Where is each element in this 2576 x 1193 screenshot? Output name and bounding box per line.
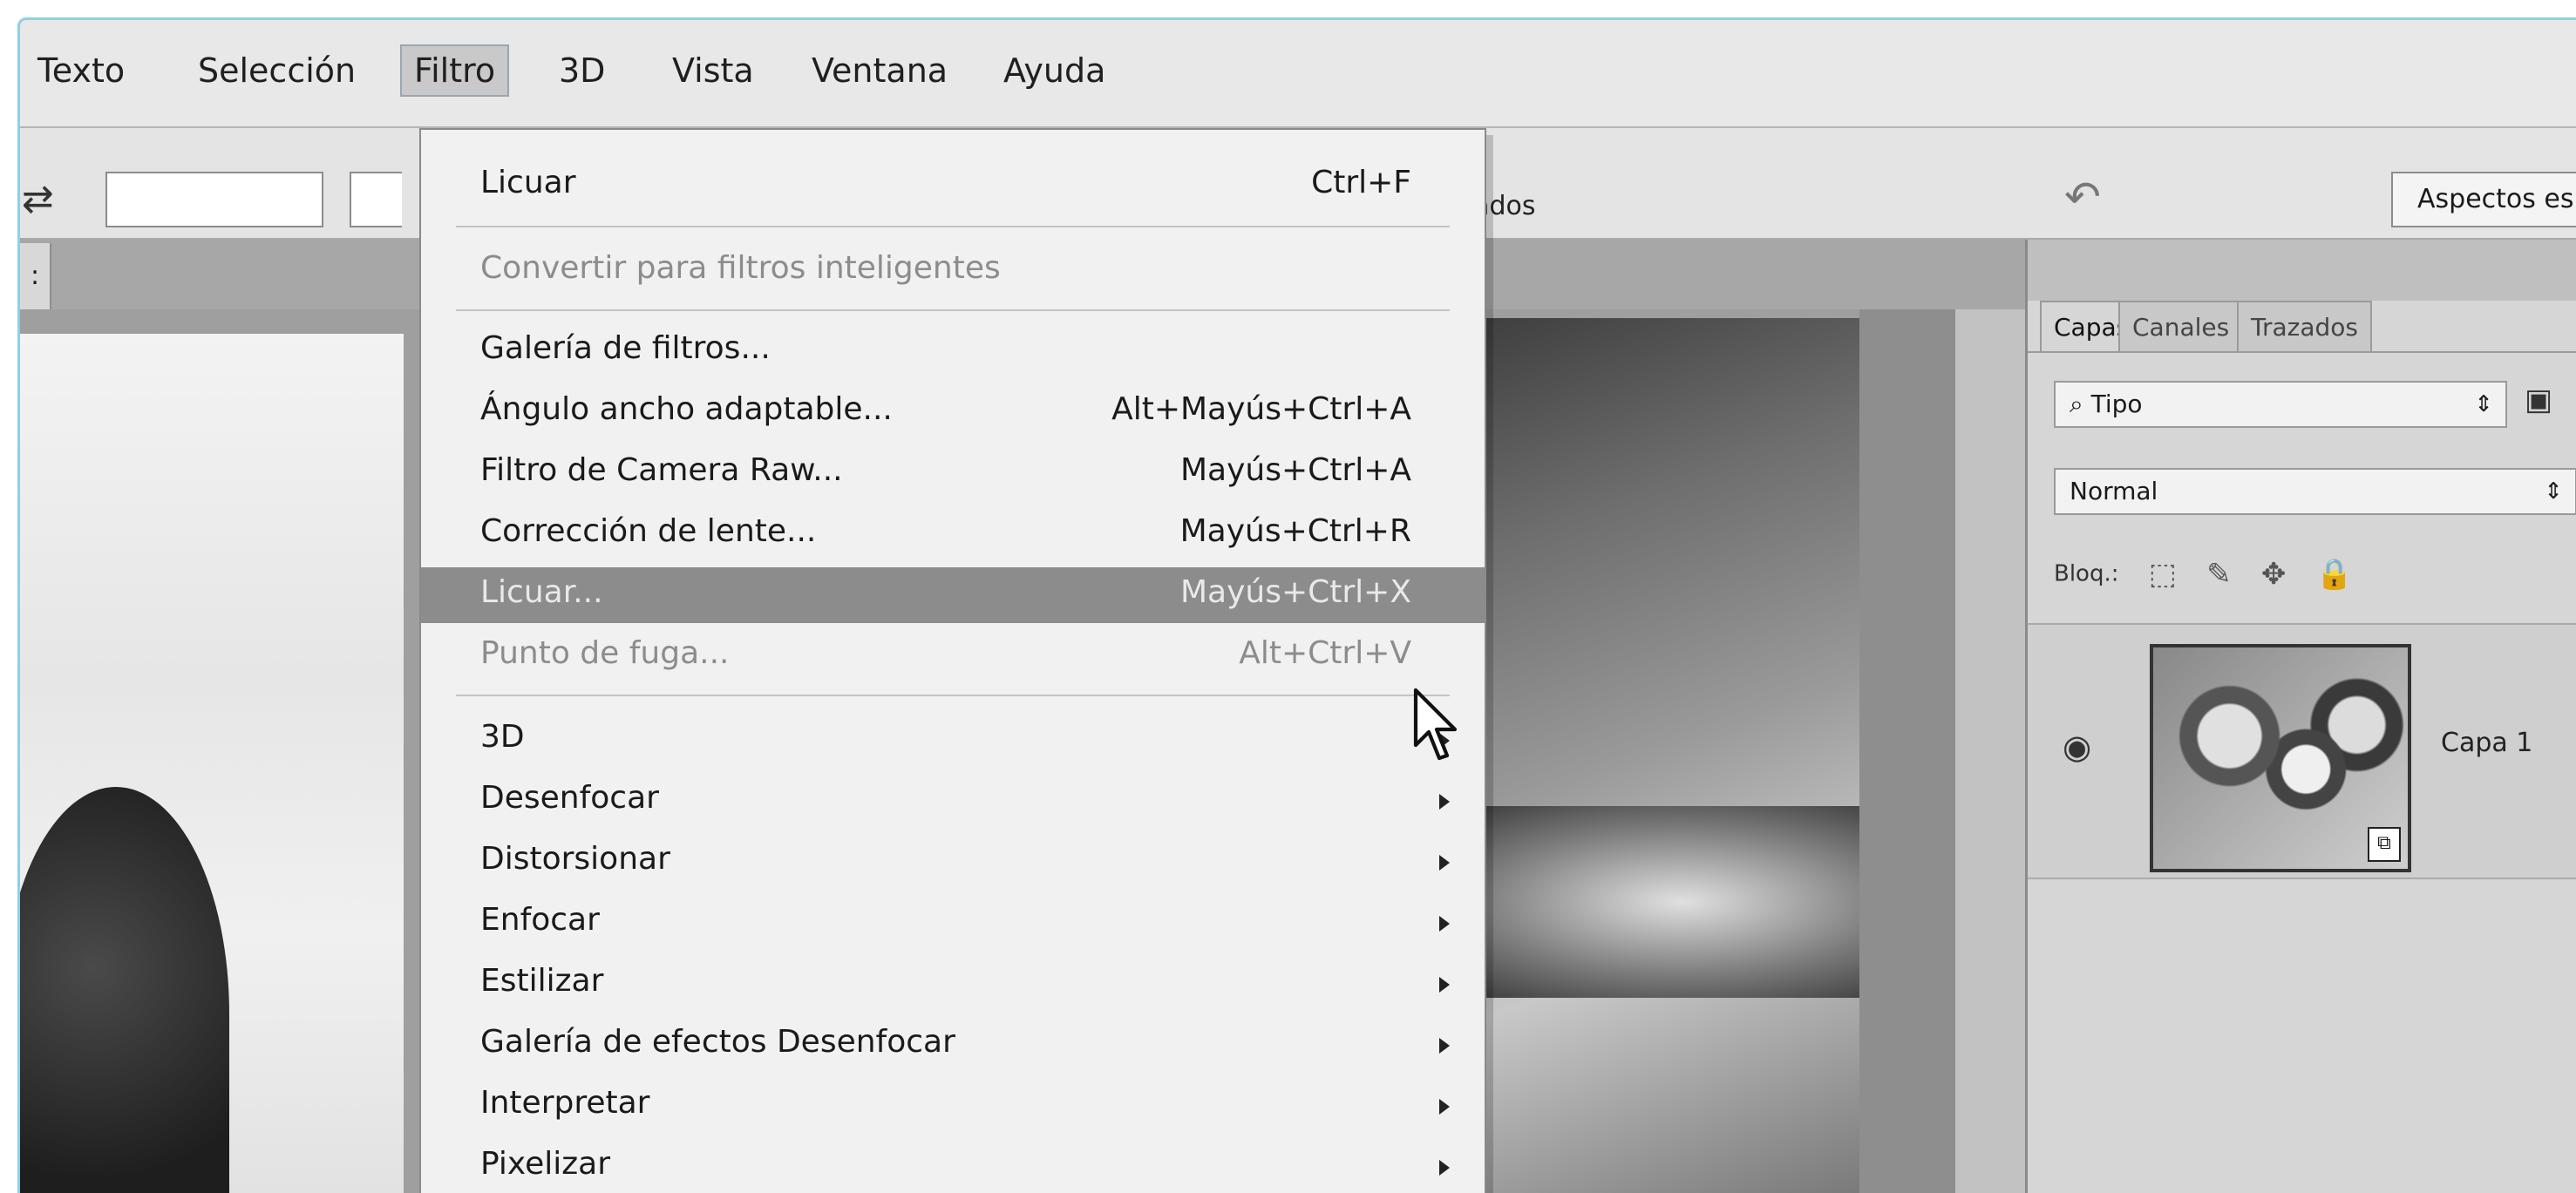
- lock-row: Bloq.: ⬚ ✎ ✥ 🔒: [2054, 557, 2353, 592]
- photo-hair-shape: [20, 787, 229, 1193]
- menu-filtro[interactable]: Filtro: [400, 44, 510, 97]
- menu-item-liquify[interactable]: Licuar... Mayús+Ctrl+X: [421, 567, 1485, 623]
- photoshop-window: Texto Selección Filtro 3D Vista Ventana …: [17, 17, 2576, 1193]
- select-arrows-icon: ⇕: [2544, 478, 2563, 505]
- panel-header: [2028, 240, 2576, 301]
- menu-item-label: Filtro de Camera Raw...: [480, 452, 843, 488]
- menu-item-blur-submenu[interactable]: Desenfocar: [421, 773, 1485, 829]
- eye-icon[interactable]: ◉: [2063, 728, 2091, 766]
- menu-item-shortcut: Mayús+Ctrl+R: [1179, 513, 1411, 549]
- menu-ventana[interactable]: Ventana: [799, 46, 960, 95]
- lock-transparent-icon[interactable]: ⬚: [2149, 557, 2177, 592]
- document-tab[interactable]: :: [20, 243, 51, 309]
- height-field[interactable]: [350, 172, 402, 227]
- canvas-edge: [1955, 309, 2025, 1193]
- photo-canvas-left: [20, 334, 404, 1193]
- menu-texto[interactable]: Texto: [25, 46, 137, 95]
- workspace-button[interactable]: Aspectos es: [2391, 172, 2576, 227]
- menu-item-sharpen-submenu[interactable]: Enfocar: [421, 895, 1485, 951]
- canvas-margin: [1859, 309, 1955, 1193]
- layer-thumbnail[interactable]: ⧉: [2150, 644, 2411, 872]
- menu-separator: [456, 695, 1450, 696]
- search-icon: ⌕: [2070, 390, 2091, 418]
- panel-tabs-divider: [2028, 351, 2576, 353]
- swap-arrows-icon[interactable]: ⇄: [22, 177, 54, 221]
- menu-item-shortcut: Ctrl+F: [1311, 165, 1411, 200]
- layers-panel: Capas Canales Trazados ⌕ Tipo ⇕ ▣ Normal…: [2025, 240, 2576, 1193]
- menu-item-label: Corrección de lente...: [480, 513, 817, 549]
- blend-mode-value: Normal: [2070, 477, 2158, 505]
- menu-ayuda[interactable]: Ayuda: [991, 46, 1118, 95]
- lock-paint-icon[interactable]: ✎: [2206, 557, 2232, 592]
- menu-item-convert-smart-filters[interactable]: Convertir para filtros inteligentes: [421, 243, 1485, 299]
- filter-kind-value: Tipo: [2090, 390, 2143, 418]
- submenu-arrow-icon: [1439, 916, 1450, 932]
- menu-item-blur-gallery-submenu[interactable]: Galería de efectos Desenfocar: [421, 1017, 1485, 1073]
- filter-menu: Licuar Ctrl+F Convertir para filtros int…: [419, 128, 1486, 1193]
- blend-mode-select[interactable]: Normal ⇕: [2054, 468, 2576, 515]
- menu-item-label: Estilizar: [480, 963, 604, 999]
- menu-item-vanishing-point[interactable]: Punto de fuga... Alt+Ctrl+V: [421, 628, 1485, 684]
- menu-item-pixelate-submenu[interactable]: Pixelizar: [421, 1139, 1485, 1193]
- menu-3d[interactable]: 3D: [547, 46, 617, 95]
- submenu-arrow-icon: [1439, 794, 1450, 810]
- lock-label: Bloq.:: [2054, 560, 2119, 587]
- menu-item-label: Licuar: [480, 165, 576, 200]
- menu-item-shortcut: Alt+Mayús+Ctrl+A: [1111, 391, 1411, 427]
- lock-all-icon[interactable]: 🔒: [2316, 557, 2353, 592]
- select-arrows-icon: ⇕: [2474, 391, 2493, 417]
- menu-item-shortcut: Alt+Ctrl+V: [1239, 635, 1411, 671]
- menu-item-label: Pixelizar: [480, 1146, 611, 1182]
- menu-item-render-submenu[interactable]: Interpretar: [421, 1078, 1485, 1134]
- menu-item-adaptive-wide-angle[interactable]: Ángulo ancho adaptable... Alt+Mayús+Ctrl…: [421, 384, 1485, 440]
- layer-name[interactable]: Capa 1: [2441, 728, 2532, 758]
- mouse-pointer-icon: [1413, 688, 1458, 761]
- menu-bar: Texto Selección Filtro 3D Vista Ventana …: [20, 20, 2576, 128]
- menu-item-camera-raw[interactable]: Filtro de Camera Raw... Mayús+Ctrl+A: [421, 445, 1485, 501]
- smart-object-badge-icon: ⧉: [2368, 827, 2401, 862]
- submenu-arrow-icon: [1439, 1038, 1450, 1054]
- menu-seleccion[interactable]: Selección: [186, 46, 368, 95]
- image-filter-icon[interactable]: ▣: [2525, 383, 2552, 417]
- menu-item-label: Interpretar: [480, 1085, 650, 1121]
- layer-row[interactable]: ◉ ⧉ Capa 1: [2028, 623, 2576, 879]
- menu-item-lens-correction[interactable]: Corrección de lente... Mayús+Ctrl+R: [421, 506, 1485, 562]
- menu-separator: [456, 226, 1450, 227]
- menu-item-label: Enfocar: [480, 902, 600, 938]
- menu-item-shortcut: Mayús+Ctrl+A: [1179, 452, 1411, 488]
- submenu-arrow-icon: [1439, 855, 1450, 871]
- menu-item-last-filter[interactable]: Licuar Ctrl+F: [421, 158, 1485, 214]
- menu-item-3d-submenu[interactable]: 3D: [421, 712, 1485, 768]
- menu-separator: [456, 309, 1450, 311]
- layer-filter-select[interactable]: ⌕ Tipo ⇕: [2054, 381, 2507, 428]
- menu-item-label: Punto de fuga...: [480, 635, 730, 671]
- submenu-arrow-icon: [1439, 1160, 1450, 1176]
- tab-canales[interactable]: Canales: [2118, 301, 2244, 353]
- tab-trazados[interactable]: Trazados: [2237, 301, 2373, 353]
- menu-item-label: Ángulo ancho adaptable...: [480, 391, 893, 427]
- menu-item-label: Galería de filtros...: [480, 330, 771, 366]
- menu-item-label: Galería de efectos Desenfocar: [480, 1024, 955, 1060]
- submenu-arrow-icon: [1439, 977, 1450, 993]
- menu-item-label: Convertir para filtros inteligentes: [480, 250, 1001, 286]
- menu-item-shortcut: Mayús+Ctrl+X: [1179, 574, 1411, 610]
- undo-icon[interactable]: ↶: [2064, 172, 2101, 222]
- submenu-arrow-icon: [1439, 1099, 1450, 1115]
- menu-item-distort-submenu[interactable]: Distorsionar: [421, 834, 1485, 890]
- menu-vista[interactable]: Vista: [660, 46, 766, 95]
- width-field[interactable]: [105, 172, 323, 227]
- menu-item-label: Licuar...: [480, 574, 603, 610]
- menu-item-label: 3D: [480, 719, 525, 755]
- menu-item-label: Desenfocar: [480, 780, 659, 816]
- menu-item-filter-gallery[interactable]: Galería de filtros...: [421, 323, 1485, 379]
- menu-item-stylize-submenu[interactable]: Estilizar: [421, 956, 1485, 1012]
- lock-position-icon[interactable]: ✥: [2261, 557, 2287, 592]
- menu-item-label: Distorsionar: [480, 841, 670, 877]
